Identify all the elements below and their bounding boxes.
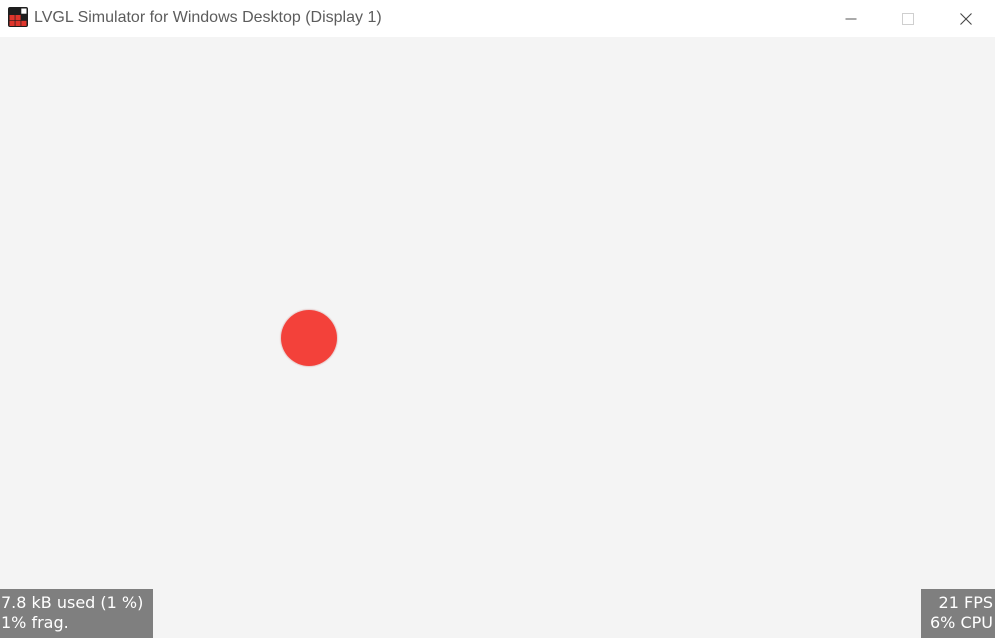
minimize-icon: [845, 18, 857, 19]
title-bar[interactable]: LVGL Simulator for Windows Desktop (Disp…: [0, 0, 995, 37]
lvgl-display-canvas[interactable]: 7.8 kB used (1 %) 1% frag. 21 FPS 6% CPU: [0, 37, 995, 638]
memory-used-text: 7.8 kB used (1 %): [1, 593, 144, 612]
performance-monitor: 21 FPS 6% CPU: [921, 589, 995, 638]
lvgl-app-icon: [8, 7, 28, 27]
close-icon: [960, 12, 972, 25]
cpu-text: 6% CPU: [930, 613, 993, 632]
memory-frag-text: 1% frag.: [1, 613, 69, 632]
window-title: LVGL Simulator for Windows Desktop (Disp…: [34, 9, 382, 26]
close-button[interactable]: [937, 0, 995, 37]
red-ball: [281, 310, 337, 366]
minimize-button[interactable]: [822, 0, 880, 37]
memory-monitor: 7.8 kB used (1 %) 1% frag.: [0, 589, 153, 638]
maximize-button[interactable]: [879, 0, 937, 37]
maximize-icon: [902, 12, 914, 25]
simulator-window: LVGL Simulator for Windows Desktop (Disp…: [0, 0, 995, 638]
fps-text: 21 FPS: [938, 593, 993, 612]
